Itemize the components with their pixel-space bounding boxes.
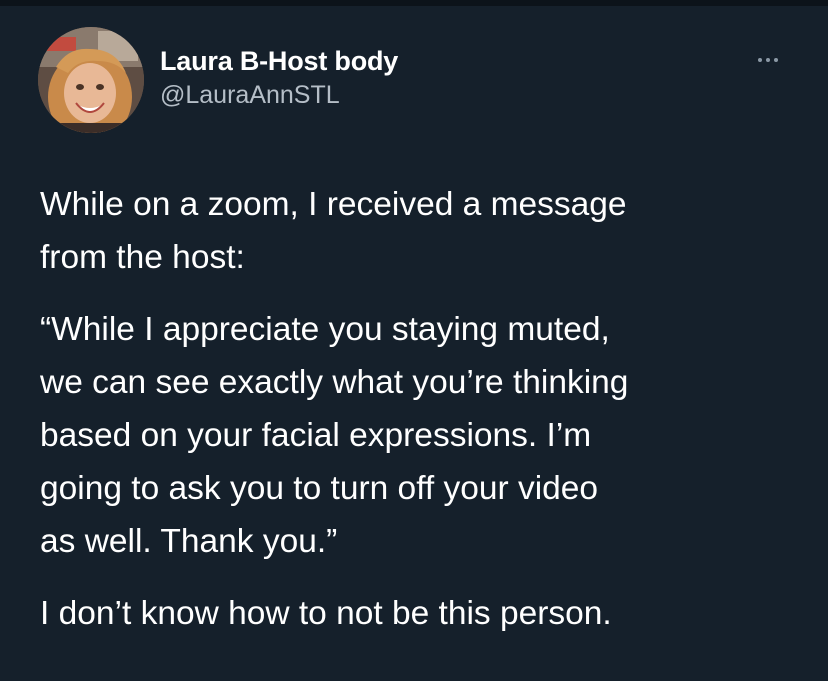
tweet-paragraph-1: While on a zoom, I received a message fr… [40,178,810,284]
more-horizontal-icon [758,58,762,62]
user-info: Laura B-Host body @LauraAnnSTL [160,44,398,112]
top-edge [0,0,828,6]
avatar-photo-icon [38,27,144,133]
tweet-line: “While I appreciate you staying muted, [40,311,610,348]
tweet-paragraph-2: “While I appreciate you staying muted, w… [40,303,810,568]
tweet-line: as well. Thank you.” [40,523,338,560]
more-horizontal-icon-dot [774,58,778,62]
user-handle[interactable]: @LauraAnnSTL [160,78,398,112]
tweet-card: Laura B-Host body @LauraAnnSTL While on … [0,0,828,681]
more-horizontal-icon-dot [766,58,770,62]
tweet-text: While on a zoom, I received a message fr… [40,178,810,640]
avatar[interactable] [38,27,144,133]
tweet-paragraph-3: I don’t know how to not be this person. [40,587,810,640]
tweet-line: I don’t know how to not be this person. [40,595,612,632]
tweet-line: While on a zoom, I received a message [40,186,627,223]
more-options-button[interactable] [748,50,788,70]
display-name[interactable]: Laura B-Host body [160,44,398,78]
tweet-line: from the host: [40,239,245,276]
tweet-line: based on your facial expressions. I’m [40,417,592,454]
tweet-line: we can see exactly what you’re thinking [40,364,629,401]
tweet-line: going to ask you to turn off your video [40,470,599,507]
